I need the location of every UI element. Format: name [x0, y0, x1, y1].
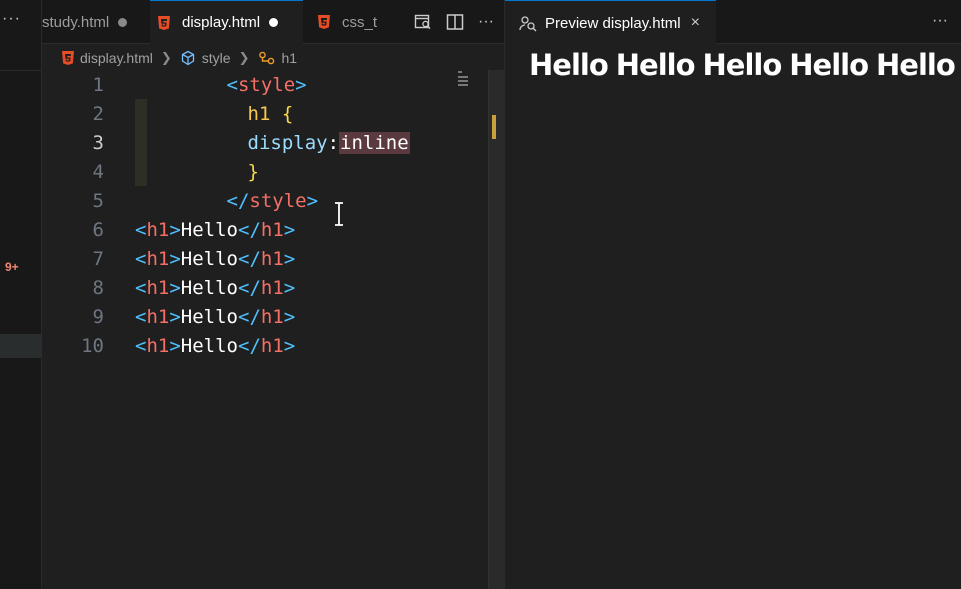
tab-preview-display[interactable]: Preview display.html ×: [505, 0, 716, 45]
more-actions-button[interactable]: ···: [478, 13, 494, 31]
h1-open-tag: <h1>: [135, 276, 181, 299]
code-line[interactable]: 5 </style>: [42, 186, 487, 215]
bracket: >: [295, 73, 307, 96]
tab-label: css_t: [342, 13, 378, 31]
tab-label: display.html: [182, 14, 261, 31]
css-property: display: [247, 131, 328, 154]
preview-tab-label: Preview display.html: [545, 14, 681, 32]
line-number: 4: [92, 160, 104, 183]
code-line[interactable]: 9 <h1>Hello</h1>: [42, 302, 487, 331]
h1-open-tag: <h1>: [135, 334, 181, 357]
colon: :: [327, 131, 340, 154]
preview-heading: Hello: [529, 48, 609, 82]
line-number: 5: [92, 189, 104, 212]
line-number: 2: [92, 102, 104, 125]
editor-tab-actions: ···: [414, 0, 504, 44]
tag-name: style: [249, 189, 307, 212]
preview-tabbar: Preview display.html × ···: [505, 0, 961, 45]
open-preview-icon[interactable]: [414, 13, 432, 31]
tab-display-html[interactable]: display.html: [150, 0, 303, 45]
bracket: </: [226, 189, 250, 212]
code-line[interactable]: 3 display:inline: [42, 128, 487, 157]
code-line[interactable]: 10 <h1>Hello</h1>: [42, 331, 487, 360]
h1-close-tag: </h1>: [238, 305, 296, 328]
line-number: 3: [92, 131, 104, 154]
tab-label: study.html: [42, 13, 110, 31]
preview-pane: Preview display.html × ··· Hello Hello H…: [504, 0, 961, 589]
preview-heading: Hello: [702, 48, 783, 82]
tab-css-t[interactable]: css_t: [310, 0, 385, 44]
minimap-icon[interactable]: [455, 70, 471, 90]
html5-icon: [318, 15, 330, 29]
h1-open-tag: <h1>: [135, 305, 181, 328]
h1-close-tag: </h1>: [238, 334, 296, 357]
preview-content: Hello Hello Hello Hello Hello: [529, 48, 956, 82]
line-number: 1: [92, 73, 104, 96]
preview-icon: [519, 16, 537, 32]
editor-group: study.html display.html css_t ··· displa…: [42, 0, 504, 589]
sidebar-divider: [0, 70, 42, 71]
h1-open-tag: <h1>: [135, 218, 181, 241]
line-number: 10: [81, 334, 104, 357]
problems-badge[interactable]: 9+: [5, 260, 19, 274]
close-icon[interactable]: ×: [691, 14, 700, 32]
code-editor[interactable]: 1 <style> 2 h1 { 3 display:inline 4 } 5 …: [42, 70, 487, 589]
h1-close-tag: </h1>: [238, 247, 296, 270]
sidebar-more-button[interactable]: ···: [2, 10, 21, 28]
modified-dot-icon: [118, 17, 128, 27]
line-number: 8: [92, 276, 104, 299]
vertical-scrollbar[interactable]: [488, 70, 504, 589]
html5-icon: [158, 15, 170, 30]
preview-heading: Hello: [789, 48, 869, 82]
css-value: inline: [339, 131, 410, 154]
line-number: 9: [92, 305, 104, 328]
bracket: >: [306, 189, 319, 212]
text-content: Hello: [180, 218, 238, 241]
code-line[interactable]: 6 <h1>Hello</h1>: [42, 215, 487, 244]
editor-tabbar: study.html display.html css_t ···: [42, 0, 504, 45]
html5-icon: [62, 51, 74, 65]
line-number: 7: [92, 247, 104, 270]
tab-study-html[interactable]: study.html: [34, 0, 135, 44]
line-number: 6: [92, 218, 104, 241]
text-content: Hello: [180, 305, 238, 328]
text-content: Hello: [180, 276, 238, 299]
text-content: Hello: [180, 334, 238, 357]
preview-more-button[interactable]: ···: [932, 12, 948, 30]
sidebar-active-row[interactable]: [0, 334, 42, 358]
preview-heading: Hello: [876, 48, 956, 82]
h1-close-tag: </h1>: [238, 276, 296, 299]
scrollbar-thumb[interactable]: [492, 115, 496, 139]
code-line[interactable]: 7 <h1>Hello</h1>: [42, 244, 487, 273]
h1-open-tag: <h1>: [135, 247, 181, 270]
text-content: Hello: [180, 247, 238, 270]
modified-dot-icon: [269, 18, 279, 27]
text-cursor-icon: [335, 202, 343, 226]
activity-sidebar: ··· 9+: [0, 0, 42, 589]
code-line[interactable]: 8 <h1>Hello</h1>: [42, 273, 487, 302]
h1-close-tag: </h1>: [238, 218, 296, 241]
split-editor-icon[interactable]: [446, 13, 464, 31]
preview-heading: Hello: [615, 48, 696, 82]
